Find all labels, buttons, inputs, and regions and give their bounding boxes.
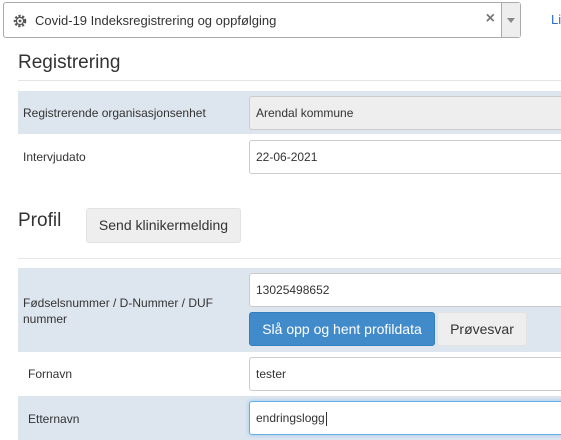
- interview-date-label: Intervjudato: [23, 150, 86, 164]
- last-name-label: Etternavn: [28, 412, 80, 426]
- id-number-input[interactable]: 13025498652: [249, 273, 561, 307]
- test-results-button[interactable]: Prøvesvar: [437, 312, 527, 346]
- id-number-label: Fødselsnummer / D-Nummer / DUF nummer: [23, 296, 214, 326]
- program-selected-label: Covid-19 Indeksregistrering og oppfølgin…: [35, 13, 277, 28]
- top-right-link[interactable]: Li: [551, 12, 561, 27]
- section-divider: [18, 258, 561, 259]
- first-name-label: Fornavn: [28, 367, 73, 381]
- dropdown-toggle[interactable]: [501, 3, 520, 37]
- form-row-first-name: Fornavn tester: [18, 352, 561, 396]
- gear-icon: [12, 13, 28, 29]
- form-row-interview-date: Intervjudato 22-06-2021: [18, 135, 561, 178]
- lookup-profile-button[interactable]: Slå opp og hent profildata: [249, 312, 435, 346]
- section-title-registrering: Registrering: [18, 52, 121, 73]
- org-unit-field: Arendal kommune: [249, 96, 561, 130]
- chevron-down-icon: [507, 18, 515, 23]
- text-cursor: [325, 411, 327, 426]
- form-row-last-name: Etternavn endringslogg: [18, 396, 561, 440]
- clear-selection-icon[interactable]: ×: [486, 10, 495, 28]
- last-name-value: endringslogg: [256, 411, 325, 425]
- section-divider: [18, 80, 561, 81]
- form-row-org-unit: Registrerende organisasjonsenhet Arendal…: [18, 91, 561, 134]
- program-selector[interactable]: Covid-19 Indeksregistrering og oppfølgin…: [3, 2, 521, 38]
- first-name-input[interactable]: tester: [249, 357, 561, 391]
- send-clinician-message-button[interactable]: Send klinikermelding: [86, 208, 241, 243]
- form-row-id-number: Fødselsnummer / D-Nummer / DUF nummer 13…: [18, 268, 561, 352]
- interview-date-input[interactable]: 22-06-2021: [249, 140, 561, 174]
- section-title-profil: Profil: [18, 210, 62, 231]
- last-name-input[interactable]: endringslogg: [249, 401, 561, 435]
- org-unit-label: Registrerende organisasjonsenhet: [23, 106, 206, 120]
